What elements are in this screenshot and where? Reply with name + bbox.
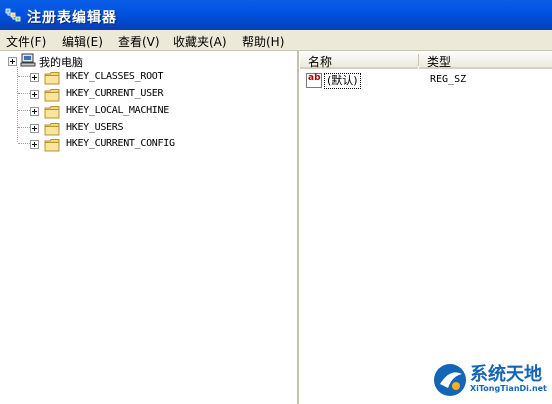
menu-bar: 文件(F) 编辑(E) 查看(V) 收藏夹(A) 帮助(H) <box>0 30 552 51</box>
menu-file[interactable]: 文件(F) <box>6 33 46 50</box>
value-name: (默认) <box>324 73 361 89</box>
column-header-label: 名称 <box>308 55 333 69</box>
tree-connector <box>17 67 18 142</box>
menu-view[interactable]: 查看(V) <box>118 33 160 50</box>
ab-string-icon: ab <box>306 73 322 88</box>
menu-help[interactable]: 帮助(H) <box>242 33 284 50</box>
tree-item-hku[interactable]: HKEY_USERS <box>30 121 230 137</box>
tree-label: HKEY_USERS <box>66 122 124 133</box>
folder-icon <box>44 72 60 85</box>
tree-item-hkcr[interactable]: HKEY_CLASSES_ROOT <box>30 70 230 86</box>
regedit-icon <box>5 8 21 22</box>
key-tree-pane[interactable]: 我的电脑 HKEY_CLASSES_ROOT HKEY_CURRENT_USER <box>0 51 299 404</box>
list-item[interactable]: ab (默认) REG_SZ <box>306 73 546 89</box>
expand-icon[interactable] <box>30 90 39 99</box>
tree-label: HKEY_CURRENT_CONFIG <box>66 138 175 149</box>
computer-icon <box>20 53 36 67</box>
tree-label: HKEY_LOCAL_MACHINE <box>66 105 169 116</box>
tree-item-hkcc[interactable]: HKEY_CURRENT_CONFIG <box>30 137 230 153</box>
folder-icon <box>44 106 60 119</box>
registry-editor-window: 注册表编辑器 文件(F) 编辑(E) 查看(V) 收藏夹(A) 帮助(H) 我的… <box>0 0 552 404</box>
folder-icon <box>44 89 60 102</box>
expand-icon[interactable] <box>30 107 39 116</box>
expand-icon[interactable] <box>30 124 39 133</box>
expand-icon[interactable] <box>30 140 39 149</box>
values-list-pane[interactable]: 名称 类型 ab (默认) REG_SZ <box>300 51 552 404</box>
expand-icon[interactable] <box>30 73 39 82</box>
folder-icon <box>44 123 60 136</box>
watermark-brand: 系统天地 <box>470 364 542 385</box>
collapse-icon[interactable] <box>8 57 17 66</box>
watermark-logo <box>434 364 466 396</box>
tree-label: HKEY_CLASSES_ROOT <box>66 71 164 82</box>
tree-item-hklm[interactable]: HKEY_LOCAL_MACHINE <box>30 104 230 120</box>
tree-item-hkcu[interactable]: HKEY_CURRENT_USER <box>30 87 230 103</box>
tree-label: 我的电脑 <box>39 56 83 69</box>
column-header-label: 类型 <box>427 55 452 69</box>
menu-favorites[interactable]: 收藏夹(A) <box>173 33 227 50</box>
menu-edit[interactable]: 编辑(E) <box>62 33 103 50</box>
column-header-type[interactable]: 类型 <box>419 51 552 69</box>
watermark-url: XiTongTianDi.net <box>470 384 547 393</box>
window-title: 注册表编辑器 <box>27 10 117 26</box>
tree-label: HKEY_CURRENT_USER <box>66 88 164 99</box>
tree-root-my-computer[interactable]: 我的电脑 <box>8 53 108 69</box>
site-watermark: 系统天地 XiTongTianDi.net <box>430 358 550 402</box>
value-type: REG_SZ <box>430 74 467 85</box>
title-bar[interactable]: 注册表编辑器 <box>0 0 552 30</box>
folder-icon <box>44 139 60 152</box>
column-header-name[interactable]: 名称 <box>300 51 418 69</box>
